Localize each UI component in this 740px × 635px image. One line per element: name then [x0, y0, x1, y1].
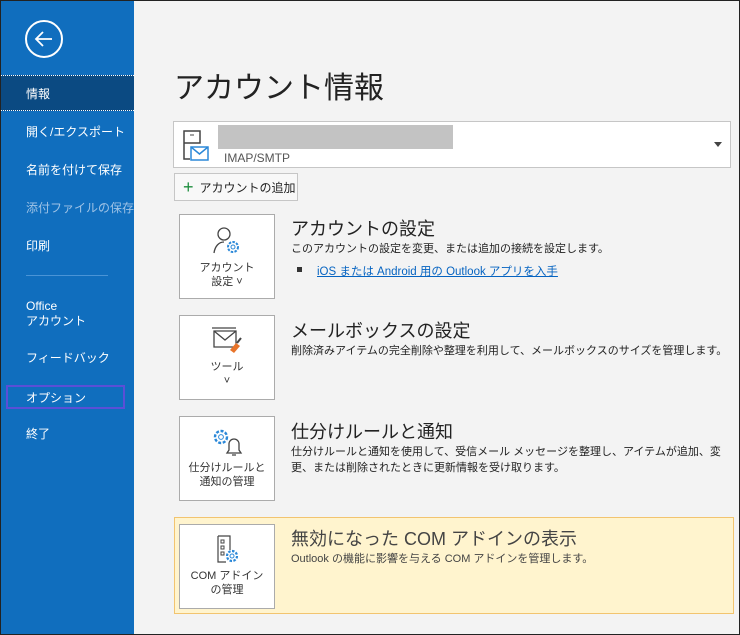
mailbox-settings-desc: 削除済みアイテムの完全削除や整理を利用して、メールボックスのサイズを管理します。	[291, 345, 728, 357]
rules-alerts-desc: 仕分けルールと通知を使用して、受信メール メッセージを整理し、アイテムが追加、変…	[291, 446, 721, 474]
mailbox-settings-title: メールボックスの設定	[291, 321, 471, 341]
mail-cleanup-icon	[212, 327, 242, 353]
account-settings-label: アカウント 設定 ˅	[199, 262, 255, 288]
manage-com-addins-label: COM アドイン の管理	[190, 570, 264, 596]
manage-rules-label: 仕分けルールと 通知の管理	[188, 462, 266, 488]
sidebar-item-info[interactable]: 情報	[1, 75, 134, 111]
tools-button[interactable]: ツール ˅	[179, 315, 275, 400]
sidebar-item-open-export[interactable]: 開く/エクスポート	[1, 113, 134, 149]
manage-rules-button[interactable]: 仕分けルールと 通知の管理	[179, 416, 275, 501]
sidebar-item-feedback[interactable]: フィードバック	[1, 339, 134, 375]
disabled-com-addins-desc: Outlook の機能に影響を与える COM アドインを管理します。	[291, 553, 594, 565]
rules-alerts-title: 仕分けルールと通知	[291, 422, 453, 442]
gear-bell-icon	[213, 429, 243, 456]
plus-icon: +	[183, 177, 194, 197]
arrow-left-icon	[34, 31, 52, 47]
user-gear-icon	[213, 227, 239, 254]
account-settings-button[interactable]: アカウント 設定 ˅	[179, 214, 275, 299]
get-outlook-mobile-link[interactable]: iOS または Android 用の Outlook アプリを入手	[317, 263, 558, 279]
sidebar-item-office-account[interactable]: Office アカウント	[1, 295, 134, 333]
account-settings-title: アカウントの設定	[291, 219, 435, 239]
manage-com-addins-button[interactable]: COM アドイン の管理	[179, 524, 275, 609]
sidebar-item-save-attachments: 添付ファイルの保存	[26, 200, 135, 215]
dropdown-caret-icon	[714, 142, 722, 147]
addin-list-gear-icon	[217, 535, 239, 563]
bullet	[297, 267, 302, 272]
sidebar-item-options[interactable]: オプション	[6, 385, 125, 409]
sidebar-divider	[26, 275, 108, 276]
add-account-button[interactable]: + アカウントの追加	[174, 173, 298, 201]
add-account-label: アカウントの追加	[199, 180, 296, 195]
account-type: IMAP/SMTP	[224, 151, 291, 165]
mailbox-icon	[183, 130, 209, 161]
sidebar-item-print[interactable]: 印刷	[1, 227, 134, 263]
disabled-com-addins-title: 無効になった COM アドインの表示	[291, 529, 577, 549]
outlook-backstage: 情報 開く/エクスポート 名前を付けて保存 添付ファイルの保存 印刷 Offic…	[0, 0, 740, 635]
sidebar-item-save-as[interactable]: 名前を付けて保存	[1, 151, 134, 187]
sidebar: 情報 開く/エクスポート 名前を付けて保存 添付ファイルの保存 印刷 Offic…	[1, 1, 135, 634]
account-settings-desc: このアカウントの設定を変更、または追加の接続を設定します。	[291, 243, 609, 255]
main-pane: アカウント情報 IMAP/SMTP + アカウントの追加 アカウント 設定 ˅ …	[134, 1, 739, 634]
page-title: アカウント情報	[174, 72, 384, 105]
account-email-redacted	[218, 125, 453, 149]
sidebar-item-exit[interactable]: 終了	[1, 415, 134, 451]
back-button[interactable]	[25, 20, 63, 58]
account-selector[interactable]: IMAP/SMTP	[173, 121, 731, 168]
tools-label: ツール ˅	[210, 361, 244, 387]
